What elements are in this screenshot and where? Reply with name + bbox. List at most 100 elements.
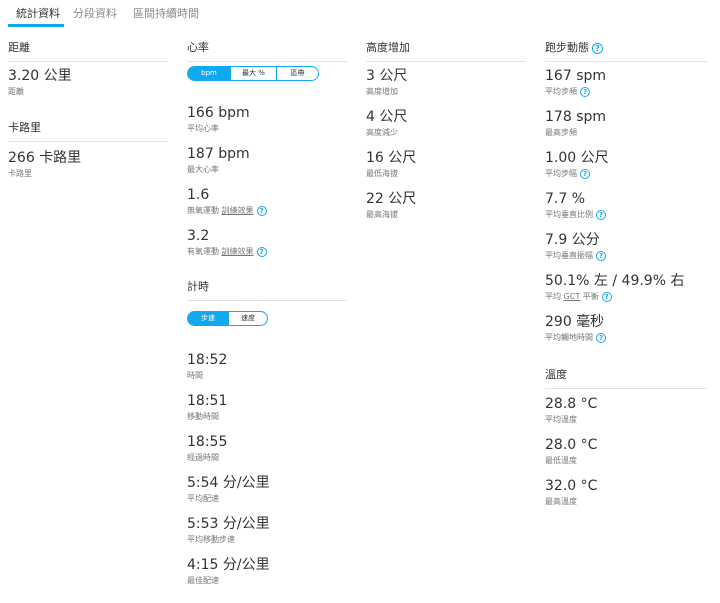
training-effect-link[interactable]: 訓練效果 bbox=[222, 247, 254, 256]
stat-distance: 3.20 公里 距離 bbox=[8, 67, 168, 98]
stat-avg-temperature: 28.8 °C 平均溫度 bbox=[545, 395, 707, 426]
toggle-speed[interactable]: 速度 bbox=[228, 312, 267, 325]
max-elev-value: 22 bbox=[366, 191, 384, 207]
moving-time-value: 18:51 bbox=[187, 393, 228, 409]
gct-balance-value: 50.1% 左 / 49.9% 右 bbox=[545, 273, 685, 289]
max-hr-unit: bpm bbox=[218, 146, 250, 162]
avg-pace-unit: 分/公里 bbox=[222, 475, 270, 491]
avg-moving-pace-label: 平均移動步速 bbox=[187, 535, 235, 544]
help-icon[interactable]: ? bbox=[601, 291, 612, 302]
max-temp-label: 最高溫度 bbox=[545, 497, 577, 506]
stat-calories: 266 卡路里 卡路里 bbox=[8, 149, 168, 180]
elapsed-time-label: 經過時間 bbox=[187, 453, 219, 462]
gct-abbreviation[interactable]: GCT bbox=[564, 292, 581, 301]
training-effect-link[interactable]: 訓練效果 bbox=[222, 206, 254, 215]
time-label: 時間 bbox=[187, 371, 203, 380]
ground-contact-value: 290 bbox=[545, 314, 572, 330]
min-temp-label: 最低溫度 bbox=[545, 456, 577, 465]
column-distance-calories: 距離 3.20 公里 距離 卡路里 266 卡路里 卡路里 bbox=[8, 40, 168, 180]
distance-value: 3.20 bbox=[8, 68, 40, 84]
elev-gain-label: 高度增加 bbox=[366, 87, 398, 96]
column-elevation: 高度增加 3 公尺 高度增加 4 公尺 高度減少 16 公尺 最低海拔 22 公… bbox=[366, 40, 526, 221]
max-temp-value: 32.0 bbox=[545, 478, 577, 494]
help-icon[interactable]: ? bbox=[256, 205, 267, 216]
elev-loss-label: 高度減少 bbox=[366, 128, 398, 137]
best-pace-value: 4:15 bbox=[187, 557, 219, 573]
stat-gct-balance: 50.1% 左 / 49.9% 右 平均 GCT 平衡? bbox=[545, 272, 707, 303]
section-title-timing: 計時 bbox=[187, 279, 347, 301]
section-title-distance: 距離 bbox=[8, 40, 168, 62]
vertical-ratio-unit: % bbox=[571, 191, 586, 207]
toggle-bpm[interactable]: bpm bbox=[188, 67, 230, 80]
avg-hr-value: 166 bbox=[187, 105, 214, 121]
min-temp-value: 28.0 bbox=[545, 437, 577, 453]
pace-speed-toggle: 步速 速度 bbox=[187, 311, 268, 326]
section-title-elevation: 高度增加 bbox=[366, 40, 526, 62]
max-hr-label: 最大心率 bbox=[187, 165, 219, 174]
avg-temp-value: 28.8 bbox=[545, 396, 577, 412]
help-icon[interactable]: ? bbox=[256, 246, 267, 257]
section-title-heart-rate: 心率 bbox=[187, 40, 347, 62]
tab-stats[interactable]: 統計資料 bbox=[16, 5, 60, 21]
vertical-oscillation-unit: 公分 bbox=[571, 232, 600, 248]
stat-vertical-ratio: 7.7 % 平均垂直比例? bbox=[545, 190, 707, 221]
avg-stride-value: 1.00 bbox=[545, 150, 577, 166]
stat-max-heart-rate: 187 bpm 最大心率 bbox=[187, 145, 347, 176]
help-icon[interactable]: ? bbox=[580, 168, 590, 179]
avg-stride-label: 平均步幅 bbox=[545, 169, 577, 178]
calories-unit: 卡路里 bbox=[39, 150, 82, 166]
elapsed-time-value: 18:55 bbox=[187, 434, 228, 450]
moving-time-label: 移動時間 bbox=[187, 412, 219, 421]
avg-cadence-label: 平均步頻 bbox=[545, 87, 577, 96]
stat-max-temperature: 32.0 °C 最高溫度 bbox=[545, 477, 707, 508]
stat-moving-time: 18:51 移動時間 bbox=[187, 392, 347, 423]
help-icon[interactable]: ? bbox=[596, 332, 606, 343]
min-elev-value: 16 bbox=[366, 150, 384, 166]
avg-hr-label: 平均心率 bbox=[187, 124, 219, 133]
avg-cadence-value: 167 bbox=[545, 68, 572, 84]
stat-ground-contact-time: 290 毫秒 平均觸地時間? bbox=[545, 313, 707, 344]
stat-max-cadence: 178 spm 最高步頻 bbox=[545, 108, 707, 139]
toggle-zones[interactable]: 區帶 bbox=[276, 67, 318, 80]
heart-rate-unit-toggle: bpm 最大 % 區帶 bbox=[187, 66, 319, 81]
stat-vertical-oscillation: 7.9 公分 平均垂直振幅? bbox=[545, 231, 707, 262]
elev-gain-unit: 公尺 bbox=[379, 68, 408, 84]
help-icon[interactable]: ? bbox=[580, 86, 590, 97]
help-icon[interactable]: ? bbox=[596, 209, 606, 220]
avg-cadence-unit: spm bbox=[576, 68, 607, 84]
max-cadence-unit: spm bbox=[576, 109, 607, 125]
stat-aerobic-te: 3.2 有氧運動 訓練效果? bbox=[187, 227, 347, 258]
help-icon[interactable]: ? bbox=[592, 42, 603, 54]
max-hr-value: 187 bbox=[187, 146, 214, 162]
toggle-pace[interactable]: 步速 bbox=[188, 312, 228, 325]
max-elev-unit: 公尺 bbox=[388, 191, 417, 207]
stat-elevation-loss: 4 公尺 高度減少 bbox=[366, 108, 526, 139]
stat-avg-heart-rate: 166 bpm 平均心率 bbox=[187, 104, 347, 135]
vertical-oscillation-value: 7.9 bbox=[545, 232, 568, 248]
stat-max-elevation: 22 公尺 最高海拔 bbox=[366, 190, 526, 221]
tab-interval-durations[interactable]: 區間持續時間 bbox=[133, 5, 199, 21]
stat-avg-stride: 1.00 公尺 平均步幅? bbox=[545, 149, 707, 180]
avg-temp-unit: °C bbox=[580, 396, 598, 412]
vertical-ratio-value: 7.7 bbox=[545, 191, 568, 207]
stat-anaerobic-te: 1.6 無氧運動 訓練效果? bbox=[187, 186, 347, 217]
elev-loss-unit: 公尺 bbox=[379, 109, 408, 125]
calories-value: 266 bbox=[8, 150, 35, 166]
stat-min-elevation: 16 公尺 最低海拔 bbox=[366, 149, 526, 180]
distance-unit: 公里 bbox=[43, 68, 72, 84]
avg-pace-label: 平均配速 bbox=[187, 494, 219, 503]
toggle-max-percent[interactable]: 最大 % bbox=[230, 67, 276, 80]
min-elev-label: 最低海拔 bbox=[366, 169, 398, 178]
stat-elapsed-time: 18:55 經過時間 bbox=[187, 433, 347, 464]
stat-avg-cadence: 167 spm 平均步頻? bbox=[545, 67, 707, 98]
best-pace-unit: 分/公里 bbox=[222, 557, 270, 573]
help-icon[interactable]: ? bbox=[596, 250, 606, 261]
avg-pace-value: 5:54 bbox=[187, 475, 219, 491]
max-cadence-value: 178 bbox=[545, 109, 572, 125]
section-title-calories: 卡路里 bbox=[8, 120, 168, 142]
vertical-ratio-label: 平均垂直比例 bbox=[545, 210, 593, 219]
gct-balance-label-pre: 平均 bbox=[545, 292, 561, 301]
column-heart-rate-timing: 心率 bpm 最大 % 區帶 166 bpm 平均心率 187 bpm 最大心率… bbox=[187, 40, 347, 587]
tab-splits[interactable]: 分段資料 bbox=[73, 5, 117, 21]
avg-temp-label: 平均溫度 bbox=[545, 415, 577, 424]
